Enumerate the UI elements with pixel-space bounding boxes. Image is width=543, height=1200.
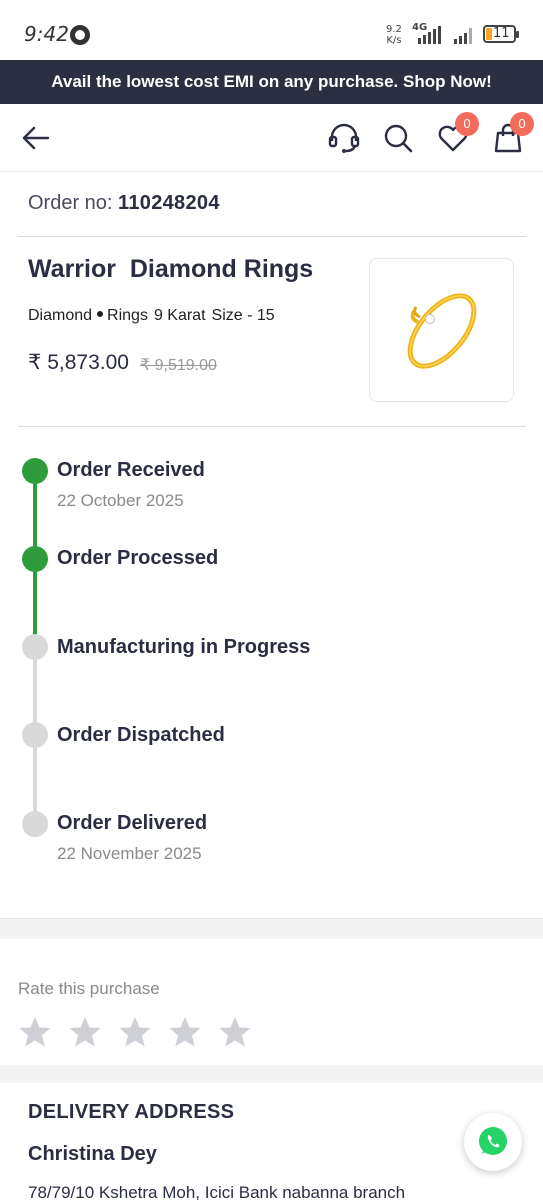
order-number-value: 110248204 <box>118 192 220 214</box>
network-speed-value: 9.2 <box>386 24 402 35</box>
back-arrow-icon[interactable] <box>18 120 54 156</box>
timeline-step-label: Order Delivered <box>57 812 208 834</box>
network-speed-unit: K/s <box>386 35 402 46</box>
timeline-node-done <box>22 458 48 484</box>
cart-count-badge: 0 <box>510 112 534 136</box>
timeline-step-label: Manufacturing in Progress <box>57 636 311 658</box>
app-header: 0 0 <box>0 104 543 172</box>
whatsapp-chat-button[interactable] <box>464 1113 522 1171</box>
headset-icon[interactable] <box>326 120 362 156</box>
recipient-name: Christina Dey <box>28 1143 157 1165</box>
star-icon[interactable] <box>68 1015 102 1049</box>
timeline-node-pending <box>22 634 48 660</box>
timeline-step-date: 22 October 2025 <box>57 491 184 510</box>
status-bar: 9:42 9.2 K/s 4G 11 <box>0 0 543 60</box>
product-image[interactable] <box>369 258 514 402</box>
timeline-node-pending <box>22 722 48 748</box>
order-timeline: Order Received 22 October 2025 Order Pro… <box>0 428 543 918</box>
product-size: Size - 15 <box>211 307 275 324</box>
timeline-node-pending <box>22 811 48 837</box>
product-category: Rings <box>107 307 148 324</box>
status-time: 9:42 <box>24 22 69 46</box>
signal-icon-2 <box>454 26 476 44</box>
order-number: Order no: 110248204 <box>28 192 220 215</box>
wishlist-count-badge: 0 <box>455 112 479 136</box>
star-icon[interactable] <box>218 1015 252 1049</box>
wishlist-button[interactable]: 0 <box>435 112 479 156</box>
section-separator <box>0 919 543 939</box>
ring-image <box>407 293 477 369</box>
divider <box>18 426 526 427</box>
network-speed: 9.2 K/s <box>386 24 402 46</box>
timeline-node-done <box>22 546 48 572</box>
battery-icon: 11 <box>483 25 519 43</box>
timeline-step-label: Order Received <box>57 459 205 481</box>
star-icon[interactable] <box>118 1015 152 1049</box>
address-line: 78/79/10 Kshetra Moh, Icici Bank nabanna… <box>28 1183 406 1200</box>
delivery-address-title: DELIVERY ADDRESS <box>28 1101 235 1123</box>
product-meta: Diamond Rings 9 Karat Size - 15 <box>28 307 275 325</box>
product-karat: 9 Karat <box>153 307 206 324</box>
timeline-step-label: Order Processed <box>57 547 219 569</box>
rating-label: Rate this purchase <box>18 979 160 998</box>
notification-ring-icon <box>70 25 90 45</box>
section-separator <box>0 1065 543 1083</box>
signal-icon <box>418 26 444 44</box>
product-material: Diamond <box>28 307 93 324</box>
battery-level: 11 <box>493 26 510 41</box>
cart-button[interactable]: 0 <box>490 112 534 156</box>
search-icon[interactable] <box>380 120 416 156</box>
divider <box>18 236 526 237</box>
timeline-step-date: 22 November 2025 <box>57 844 202 863</box>
timeline-step-label: Order Dispatched <box>57 724 225 746</box>
product-title[interactable]: Warrior Diamond Rings <box>28 255 313 284</box>
star-icon[interactable] <box>168 1015 202 1049</box>
product-price: ₹ 5,873.00 <box>28 351 129 374</box>
product-mrp: ₹ 9,519.00 <box>140 357 217 374</box>
bullet-dot <box>97 311 104 317</box>
star-icon[interactable] <box>18 1015 52 1049</box>
promo-banner[interactable]: Avail the lowest cost EMI on any purchas… <box>0 60 543 104</box>
order-number-label: Order no: <box>28 192 113 214</box>
whatsapp-icon <box>479 1127 507 1155</box>
